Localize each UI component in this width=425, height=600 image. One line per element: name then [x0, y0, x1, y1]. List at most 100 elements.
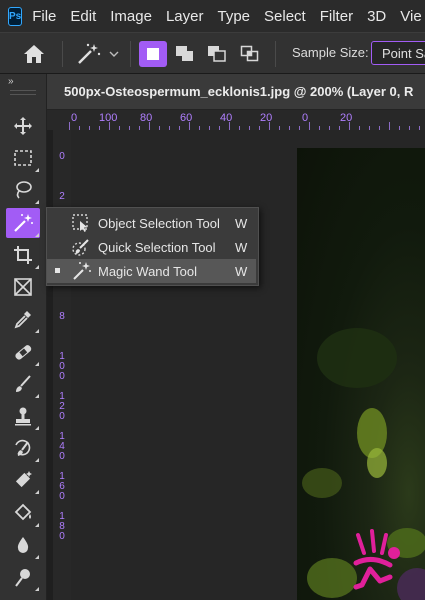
frame-tool[interactable]: [6, 272, 40, 302]
ruler-label: 1 8 0: [59, 511, 65, 542]
move-tool[interactable]: [6, 111, 40, 141]
menu-view[interactable]: Vie: [400, 8, 421, 25]
collapse-toolbar-button[interactable]: »: [8, 76, 13, 87]
selection-tools-flyout: Object Selection Tool W Quick Selection …: [46, 207, 259, 286]
ruler-label: 8: [59, 311, 65, 322]
tool-preset-picker[interactable]: [76, 41, 122, 67]
tool-group-indicator: [35, 426, 39, 430]
healing-brush-tool[interactable]: [6, 337, 40, 367]
menu-file[interactable]: File: [32, 8, 56, 25]
menu-filter[interactable]: Filter: [320, 8, 353, 25]
frame-icon: [14, 278, 32, 296]
shortcut-key: W: [235, 264, 248, 279]
add-to-selection-button[interactable]: [171, 41, 199, 67]
sample-size-label: Sample Size:: [292, 45, 369, 60]
options-separator: [275, 41, 276, 67]
ruler-label: 2: [59, 191, 65, 202]
clone-stamp-tool[interactable]: [6, 401, 40, 431]
bandage-icon: [15, 345, 32, 360]
chevron-down-icon: [109, 51, 119, 57]
sample-size-select[interactable]: Point Sa: [371, 41, 425, 65]
options-separator: [130, 41, 131, 67]
tool-group-indicator: [35, 458, 39, 462]
tool-group-indicator: [35, 394, 39, 398]
horizontal-ruler[interactable]: 0 100 80 60 40 20 0 20: [53, 110, 425, 130]
ruler-tick: [229, 122, 230, 130]
eyedropper-tool[interactable]: [6, 304, 40, 334]
intersect-selection-button[interactable]: [236, 41, 264, 67]
paint-bucket-tool[interactable]: [6, 498, 40, 528]
document-title: 500px-Osteospermum_ecklonis1.jpg @ 200% …: [64, 84, 414, 99]
ruler-label: 40: [220, 112, 233, 124]
dodge-icon: [15, 569, 30, 587]
menu-bar: Ps File Edit Image Layer Type Select Fil…: [0, 0, 425, 32]
brush-icon: [16, 375, 31, 392]
subtract-from-selection-button[interactable]: [203, 41, 231, 67]
eraser-tool[interactable]: [6, 465, 40, 495]
vertical-ruler[interactable]: 0 2 4 6 8 1 0 0 1 2 0 1 4 0 1 6 0 1 8 0: [53, 130, 71, 600]
options-separator: [62, 41, 63, 67]
tool-group-indicator: [35, 200, 39, 204]
history-brush-tool[interactable]: [6, 433, 40, 463]
menu-edit[interactable]: Edit: [70, 8, 96, 25]
flyout-item-label: Quick Selection Tool: [98, 240, 216, 255]
ruler-label: 20: [260, 112, 273, 124]
menu-select[interactable]: Select: [264, 8, 306, 25]
home-button[interactable]: [20, 41, 48, 67]
ruler-tick: [309, 122, 310, 130]
menu-type[interactable]: Type: [218, 8, 251, 25]
crop-tool[interactable]: [6, 240, 40, 270]
menu-image[interactable]: Image: [110, 8, 152, 25]
tool-group-indicator: [35, 523, 39, 527]
home-icon: [24, 45, 44, 63]
ruler-label: 1 4 0: [59, 431, 65, 462]
dodge-tool[interactable]: [6, 562, 40, 592]
object-selection-icon: [72, 214, 88, 232]
new-selection-button[interactable]: [139, 41, 167, 67]
ruler-label: 0: [71, 112, 78, 124]
ruler-tick: [149, 122, 150, 130]
photoshop-logo: Ps: [8, 6, 23, 26]
add-selection-icon: [176, 46, 193, 61]
ruler-tick: [349, 122, 350, 130]
water-drop-icon: [17, 537, 29, 553]
magic-wand-icon: [14, 214, 33, 232]
menu-3d[interactable]: 3D: [367, 8, 386, 25]
tool-group-indicator: [35, 362, 39, 366]
tools-panel: »: [0, 74, 47, 600]
tool-group-indicator: [35, 555, 39, 559]
ruler-tick: [109, 122, 110, 130]
ruler-tick: [69, 122, 70, 130]
magic-wand-tool[interactable]: [6, 208, 40, 238]
brush-tool[interactable]: [6, 369, 40, 399]
image-blob: [302, 468, 342, 498]
toolbar-grip[interactable]: [10, 90, 36, 95]
document-tab[interactable]: 500px-Osteospermum_ecklonis1.jpg @ 200% …: [47, 74, 425, 110]
tool-group-indicator: [35, 329, 39, 333]
move-icon: [14, 117, 32, 135]
ruler-label: 1 6 0: [59, 471, 65, 502]
ruler-label: 0: [302, 112, 309, 124]
ruler-label: 20: [340, 112, 353, 124]
stamp-icon: [15, 407, 31, 426]
flyout-item-label: Magic Wand Tool: [98, 264, 197, 279]
lasso-tool[interactable]: [6, 175, 40, 205]
shortcut-key: W: [235, 216, 248, 231]
tool-group-indicator: [35, 490, 39, 494]
blur-tool[interactable]: [6, 530, 40, 560]
crop-icon: [14, 246, 32, 264]
flyout-item-label: Object Selection Tool: [98, 216, 220, 231]
image-blob: [367, 448, 387, 478]
quick-selection-icon: [72, 239, 89, 256]
eyedropper-icon: [14, 311, 31, 329]
ruler-tick: [389, 122, 390, 130]
new-selection-icon: [147, 48, 159, 60]
marquee-tool[interactable]: [6, 143, 40, 173]
flyout-item-magic-wand[interactable]: Magic Wand Tool W: [47, 259, 256, 283]
flyout-item-object-selection[interactable]: Object Selection Tool W: [47, 211, 256, 235]
subtract-selection-icon: [208, 46, 226, 62]
menu-layer[interactable]: Layer: [166, 8, 204, 25]
lasso-icon: [16, 181, 32, 199]
tool-group-indicator: [35, 168, 39, 172]
flyout-item-quick-selection[interactable]: Quick Selection Tool W: [47, 235, 256, 259]
